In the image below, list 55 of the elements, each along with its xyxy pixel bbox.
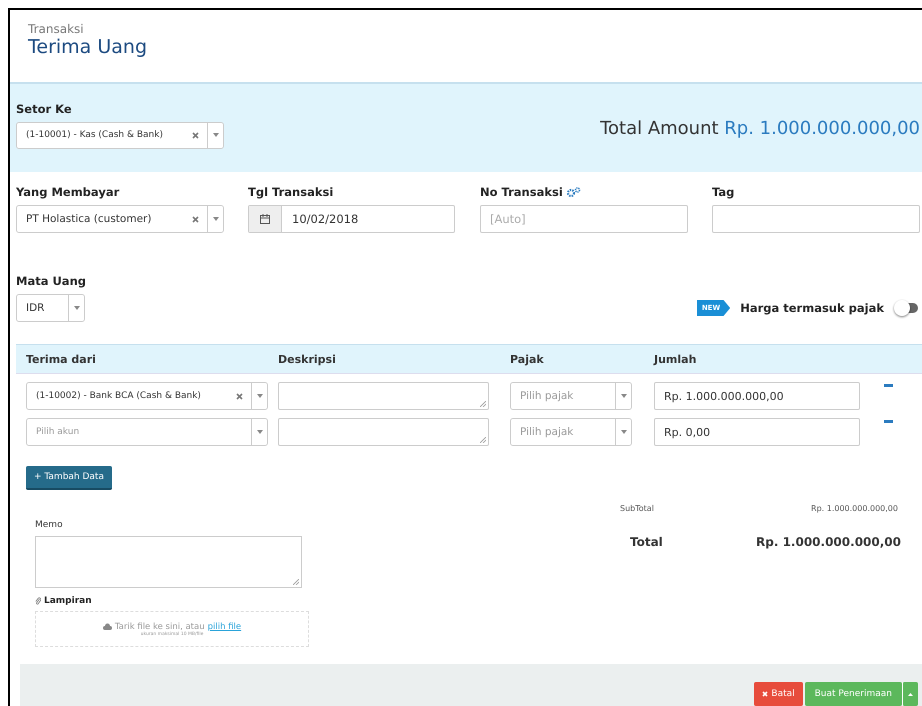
clear-icon[interactable] <box>192 132 199 138</box>
field-label: Memo <box>35 520 63 530</box>
caret-icon <box>74 306 80 310</box>
account-select[interactable]: (1-10001) - Kas (Cash & Bank) <box>16 122 224 148</box>
amount-field[interactable]: Rp. 1.000.000.000,00 <box>654 382 860 410</box>
caret-icon <box>256 430 262 434</box>
submit-menu-button[interactable] <box>902 682 918 706</box>
subtotal-value: Rp. 1.000.000.000,00 <box>811 504 898 513</box>
currency-select[interactable]: IDR <box>16 294 85 322</box>
caret-icon <box>212 217 218 221</box>
memo-field[interactable] <box>35 536 302 588</box>
description-field[interactable] <box>278 382 489 410</box>
gear-icon[interactable] <box>566 186 581 198</box>
field-label: Tgl Transaksi <box>248 185 334 199</box>
resize-grip-icon <box>480 401 486 407</box>
tag-field[interactable] <box>712 205 920 233</box>
account-select[interactable]: (1-10002) - Bank BCA (Cash & Bank) <box>26 382 268 410</box>
subtotal-label: SubTotal <box>620 504 654 513</box>
column-header: Pajak <box>510 352 544 366</box>
resize-grip-icon <box>293 579 299 585</box>
cloud-upload-icon <box>102 623 112 630</box>
field-label: Setor Ke <box>16 102 73 116</box>
add-row-button[interactable]: + Tambah Data <box>26 466 112 490</box>
cancel-button[interactable]: Batal <box>754 682 803 706</box>
amount-field[interactable]: Rp. 0,00 <box>654 418 860 446</box>
field-label: Mata Uang <box>16 274 86 288</box>
resize-grip-icon <box>480 437 486 443</box>
close-icon <box>762 691 768 697</box>
breadcrumb: Transaksi <box>28 22 85 36</box>
calendar-icon <box>260 214 270 224</box>
caret-icon <box>908 693 913 696</box>
clear-icon[interactable] <box>236 392 243 400</box>
caret-icon <box>620 430 626 434</box>
clear-icon[interactable] <box>192 216 199 222</box>
field-label: Lampiran <box>44 596 92 606</box>
column-header: Jumlah <box>654 352 696 366</box>
field-label: No Transaksi <box>480 185 563 199</box>
total-value: Rp. 1.000.000.000,00 <box>756 535 901 549</box>
page-title: Terima Uang <box>28 36 148 58</box>
paperclip-icon <box>35 597 41 605</box>
field-label: Tag <box>712 185 736 199</box>
date-field[interactable]: 10/02/2018 <box>248 205 455 233</box>
total-label: Total <box>630 535 663 549</box>
total-amount: Total Amount Rp. 1.000.000.000,00 <box>600 118 920 138</box>
payer-select[interactable]: PT Holastica (customer) <box>16 205 224 233</box>
tax-toggle[interactable] <box>896 303 918 313</box>
column-header: Deskripsi <box>278 352 336 366</box>
caret-icon <box>620 394 626 398</box>
drop-text: Tarik file ke sini, atau <box>114 622 205 632</box>
caret-icon <box>212 133 218 137</box>
field-label: Yang Membayar <box>16 185 120 199</box>
description-field[interactable] <box>278 418 489 446</box>
column-header: Terima dari <box>26 352 96 366</box>
caret-icon <box>256 394 262 398</box>
toggle-label: Harga termasuk pajak <box>740 301 884 315</box>
